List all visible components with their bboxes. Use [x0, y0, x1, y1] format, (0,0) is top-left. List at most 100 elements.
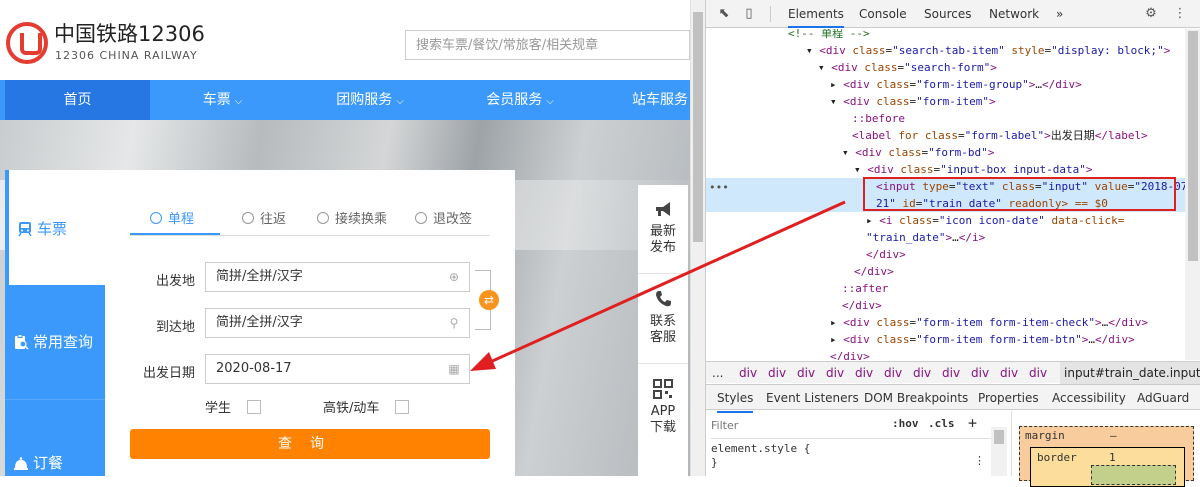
railway-logo[interactable]	[6, 22, 48, 64]
dom-line[interactable]: ▸ <div class="form-item form-item-check"…	[706, 314, 1185, 331]
tab-accessibility[interactable]: Accessibility	[1052, 385, 1126, 411]
tab-refund-change[interactable]: 退改签	[415, 208, 472, 227]
box-model-padding[interactable]	[1091, 465, 1176, 485]
tab-transfer[interactable]: 接续换乘	[317, 208, 387, 227]
swap-stations-icon[interactable]: ⇄	[479, 290, 499, 310]
breadcrumb-item[interactable]: div	[826, 362, 844, 384]
breadcrumb-item[interactable]: div	[768, 362, 786, 384]
gear-icon[interactable]: ⚙	[1143, 6, 1159, 22]
nav-label: 会员服务	[486, 92, 543, 108]
styles-scrollbar[interactable]	[991, 427, 1007, 476]
dom-scrollbar[interactable]	[1185, 29, 1200, 360]
breadcrumb-item[interactable]: div	[942, 362, 960, 384]
scrollbar-thumb[interactable]	[693, 12, 703, 242]
dom-line[interactable]: ▾ <div class="form-bd">	[706, 144, 1185, 161]
hover-state-toggle[interactable]: :hov	[892, 417, 919, 430]
breadcrumb-item[interactable]: div	[884, 362, 902, 384]
breadcrumb-item[interactable]: div	[971, 362, 989, 384]
dom-line[interactable]: ▾ <div class="form-item">	[706, 93, 1185, 110]
radio-icon	[317, 212, 329, 224]
tab-dom-breakpoints[interactable]: DOM Breakpoints	[864, 385, 968, 411]
breadcrumb-item[interactable]: div	[855, 362, 873, 384]
student-checkbox[interactable]	[247, 400, 262, 414]
kebab-menu-icon[interactable]: ⋮	[1172, 6, 1188, 22]
styles-filter-input[interactable]	[711, 416, 886, 434]
nav-item-home[interactable]: 首页	[5, 80, 150, 120]
side-tab-common-query[interactable]: 常用查询	[5, 285, 105, 400]
side-tab-meal-order[interactable]: 订餐	[5, 400, 105, 476]
highspeed-checkbox-group[interactable]: 高铁/动车	[323, 397, 410, 416]
query-button[interactable]: 查询	[130, 429, 490, 459]
departure-date-input[interactable]: 2020-08-17 ▦	[205, 354, 470, 384]
margin-value[interactable]: –	[1110, 429, 1117, 442]
box-model-margin[interactable]: margin – border 1	[1019, 426, 1194, 487]
side-tab-label: 订餐	[33, 454, 64, 472]
highspeed-checkbox[interactable]	[395, 400, 410, 414]
page-scrollbar[interactable]	[690, 0, 705, 476]
dom-line[interactable]: </div>	[706, 263, 1185, 280]
site-search-input[interactable]	[405, 30, 690, 60]
breadcrumb-item[interactable]: div	[1029, 362, 1047, 384]
to-station-input[interactable]: 简拼/全拼/汉字 ⚲	[205, 308, 470, 338]
nav-item-station-service[interactable]: 站车服务	[595, 80, 690, 120]
breadcrumb-item-current[interactable]: input#train_date.input	[1060, 362, 1200, 384]
tab-adguard[interactable]: AdGuard	[1137, 385, 1189, 411]
nav-item-group-service[interactable]: 团购服务 ⌵	[295, 80, 445, 120]
breadcrumb-item[interactable]: div	[1000, 362, 1018, 384]
tab-round-trip[interactable]: 往返	[242, 208, 286, 227]
dom-line[interactable]: ::before	[706, 110, 1185, 127]
dom-line[interactable]: </div>	[706, 246, 1185, 263]
dom-line[interactable]: </div>	[706, 348, 1185, 360]
side-tab-ticket[interactable]: 车票	[5, 170, 105, 285]
dom-line[interactable]: <label for class="form-label">出发日期</labe…	[706, 127, 1185, 144]
inspect-cursor-icon[interactable]: ⬉	[716, 6, 732, 22]
dom-line[interactable]: </div>	[706, 297, 1185, 314]
dom-line[interactable]: ▾ <div class="input-box input-data">	[706, 161, 1185, 178]
dom-line[interactable]: ::after	[706, 280, 1185, 297]
float-label: 最新	[649, 224, 676, 239]
side-tab-label: 常用查询	[33, 333, 94, 351]
border-value[interactable]: 1	[1109, 451, 1116, 464]
scrollbar-thumb[interactable]	[994, 430, 1004, 444]
breadcrumb-item[interactable]: ...	[712, 362, 723, 384]
dom-line[interactable]: "train_date">…</i>	[706, 229, 1185, 246]
nav-item-member-service[interactable]: 会员服务 ⌵	[445, 80, 595, 120]
tab-console[interactable]: Console	[859, 0, 907, 28]
tab-styles[interactable]: Styles	[717, 385, 754, 413]
float-item-app-download[interactable]: APP 下载	[638, 379, 688, 436]
radio-icon	[415, 212, 427, 224]
dom-line[interactable]: ▾ <div class="search-form">	[706, 59, 1185, 76]
dom-line[interactable]: ▸ <i class="icon icon-date" data-click=	[706, 212, 1185, 229]
tab-network[interactable]: Network	[989, 0, 1039, 28]
from-placeholder: 简拼/全拼/汉字	[216, 269, 303, 284]
class-toggle[interactable]: .cls	[928, 417, 955, 430]
dom-line[interactable]: ▸ <div class="form-item form-item-btn">……	[706, 331, 1185, 348]
float-item-news[interactable]: 最新 发布	[638, 199, 688, 256]
dom-ellipsis-icon[interactable]: •••	[709, 179, 729, 196]
station-list-icon[interactable]: ⊕	[447, 270, 461, 284]
box-model-border[interactable]: border 1	[1030, 447, 1185, 487]
nav-item-ticket[interactable]: 车票 ⌵	[150, 80, 295, 120]
add-rule-icon[interactable]: +	[968, 414, 977, 432]
tab-properties[interactable]: Properties	[978, 385, 1039, 411]
tab-sources[interactable]: Sources	[924, 0, 971, 28]
student-checkbox-group[interactable]: 学生	[205, 397, 262, 416]
more-tabs-icon[interactable]: »	[1056, 0, 1063, 28]
float-item-customer-service[interactable]: 联系 客服	[638, 289, 688, 346]
device-toggle-icon[interactable]: ▯	[741, 6, 757, 22]
kebab-menu-icon[interactable]: ⋮	[974, 454, 985, 467]
scrollbar-thumb[interactable]	[1188, 31, 1198, 261]
dom-line[interactable]: <!-- 单程 -->	[706, 29, 1185, 42]
dom-line[interactable]: ▸ <div class="form-item-group">…</div>	[706, 76, 1185, 93]
breadcrumb-item[interactable]: div	[739, 362, 757, 384]
calendar-icon[interactable]: ▦	[447, 362, 461, 376]
dom-line[interactable]: ▾ <div class="search-tab-item" style="di…	[706, 42, 1185, 59]
tab-elements[interactable]: Elements	[788, 0, 844, 28]
from-station-input[interactable]: 简拼/全拼/汉字 ⊕	[205, 262, 470, 292]
style-rule[interactable]: element.style { }	[711, 438, 991, 476]
tab-one-way[interactable]: 单程	[150, 208, 194, 227]
breadcrumb-item[interactable]: div	[797, 362, 815, 384]
breadcrumb-item[interactable]: div	[913, 362, 931, 384]
location-pin-icon[interactable]: ⚲	[447, 316, 461, 330]
tab-event-listeners[interactable]: Event Listeners	[766, 385, 859, 411]
